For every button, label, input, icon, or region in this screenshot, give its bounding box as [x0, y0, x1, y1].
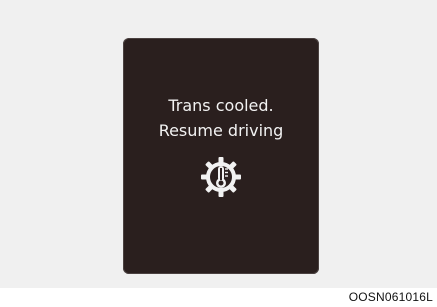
warning-message: Trans cooled. Resume driving: [123, 93, 319, 143]
transmission-temperature-gear-icon: [201, 157, 241, 197]
message-line-2: Resume driving: [158, 121, 284, 140]
image-frame: Trans cooled. Resume driving: [0, 0, 437, 288]
cluster-display: Trans cooled. Resume driving: [123, 38, 319, 274]
image-reference-code: OOSN061016L: [348, 290, 433, 304]
message-line-1: Trans cooled.: [168, 96, 274, 115]
